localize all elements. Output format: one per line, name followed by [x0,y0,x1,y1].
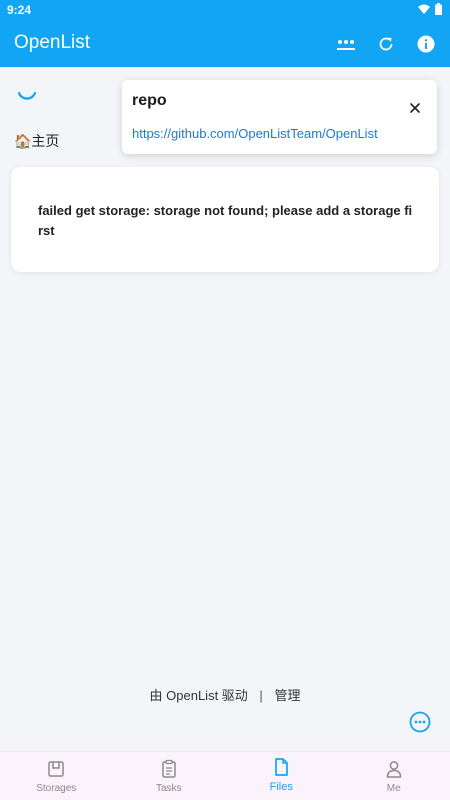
nav-label-storages: Storages [36,783,77,794]
powered-by-text: 由 OpenList 驱动 [149,688,248,703]
nav-item-me[interactable]: Me [338,752,450,800]
bottom-navigation: Storages Tasks Files Me [0,751,450,800]
loading-spinner-icon [17,91,37,100]
nav-label-files: Files [269,781,293,793]
refresh-button[interactable] [370,30,402,58]
footer-separator: | [259,688,263,703]
app-title: OpenList [14,32,91,53]
system-icons [418,3,442,15]
status-time: 9:24 [7,3,32,17]
nav-label-tasks: Tasks [155,783,182,794]
nav-item-tasks[interactable]: Tasks [113,752,226,800]
breadcrumb-home[interactable]: 🏠主页 [14,131,59,151]
close-icon[interactable] [407,100,423,116]
nav-item-storages[interactable]: Storages [0,752,113,800]
refresh-icon [379,37,393,51]
manage-link[interactable]: 管理 [274,688,300,703]
app-bar-actions [330,30,442,58]
file-icon [275,758,289,776]
info-button[interactable] [410,30,442,58]
more-icon [337,40,355,50]
storage-icon [48,761,64,777]
more-options-icon[interactable] [409,711,431,733]
battery-icon [435,3,442,15]
info-icon [417,35,435,53]
error-card: failed get storage: storage not found; p… [11,167,439,272]
app-bar: OpenList [0,20,450,67]
clipboard-icon [162,759,176,778]
notification-title: repo [132,92,167,109]
nav-item-files[interactable]: Files [225,752,338,800]
footer: 由 OpenList 驱动 | 管理 [0,685,450,704]
wifi-icon [418,4,430,14]
nav-label-me: Me [386,783,401,794]
more-button[interactable] [330,30,362,58]
error-message: failed get storage: storage not found; p… [38,203,413,238]
repo-notification: repo https://github.com/OpenListTeam/Ope… [122,80,437,154]
repo-link[interactable]: https://github.com/OpenListTeam/OpenList [132,126,378,141]
file-browser: 🏠主页 failed get storage: storage not foun… [0,67,450,751]
status-bar: 9:24 [0,0,450,20]
person-icon [386,761,402,778]
